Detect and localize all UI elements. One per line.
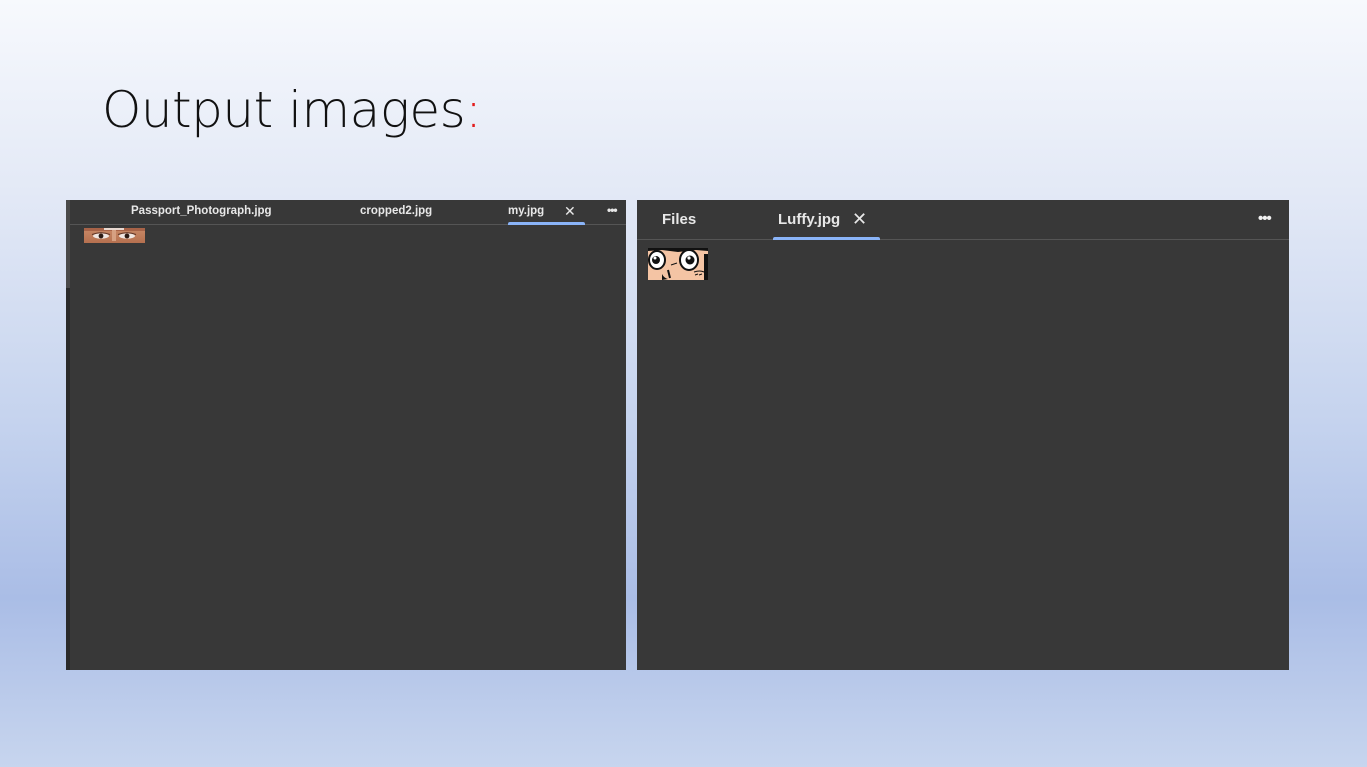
tab-cropped2[interactable]: cropped2.jpg bbox=[360, 200, 432, 224]
close-icon[interactable]: ✕ bbox=[852, 200, 867, 238]
tab-luffy-jpg[interactable]: Luffy.jpg ✕ bbox=[773, 200, 880, 240]
tab-label: Luffy.jpg bbox=[778, 211, 841, 228]
left-tab-bar: Passport_Photograph.jpg cropped2.jpg my.… bbox=[70, 200, 626, 225]
tab-files[interactable]: Files bbox=[662, 200, 696, 239]
cropped-eyes-image bbox=[84, 228, 145, 243]
slide-title-colon: : bbox=[465, 81, 482, 139]
cropped-luffy-eyes-image bbox=[648, 248, 708, 280]
more-options-icon[interactable]: ••• bbox=[607, 200, 618, 220]
right-tab-bar: Files Luffy.jpg ✕ ••• bbox=[637, 200, 1289, 240]
slide-title: Output images: bbox=[102, 78, 482, 142]
slide-title-text: Output images bbox=[102, 81, 466, 139]
more-options-icon[interactable]: ••• bbox=[1258, 200, 1272, 238]
tab-my-jpg[interactable]: my.jpg ✕ bbox=[508, 200, 585, 225]
tab-label: cropped2.jpg bbox=[360, 205, 433, 217]
left-screenshot-panel: Passport_Photograph.jpg cropped2.jpg my.… bbox=[66, 200, 626, 670]
tab-label: Passport_Photograph.jpg bbox=[131, 205, 272, 217]
close-icon[interactable]: ✕ bbox=[564, 200, 576, 222]
tab-passport-photograph[interactable]: Passport_Photograph.jpg bbox=[131, 200, 272, 224]
right-screenshot-panel: Files Luffy.jpg ✕ ••• bbox=[637, 200, 1289, 670]
active-tab-indicator bbox=[773, 237, 880, 240]
tab-label: my.jpg bbox=[508, 205, 545, 217]
active-tab-indicator bbox=[508, 222, 585, 225]
tab-label: Files bbox=[662, 211, 697, 228]
